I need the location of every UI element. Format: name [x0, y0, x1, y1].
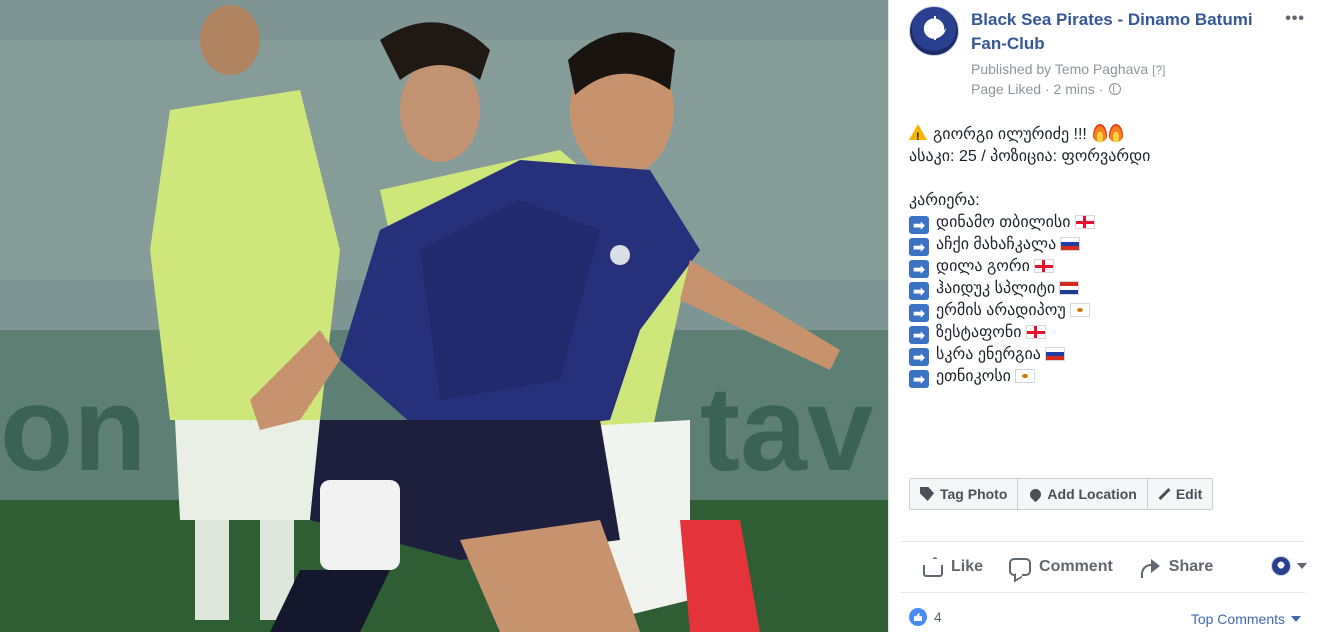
georgia-flag-icon [1033, 259, 1054, 273]
career-club-name: დინამო თბილისი [936, 214, 1071, 231]
divider [901, 592, 1305, 593]
share-label: Share [1168, 558, 1214, 575]
career-item: ➡ ზესტაფონი [909, 322, 1299, 344]
career-item: ➡ დილა გორი [909, 256, 1299, 278]
career-club-name: ჰაიდუკ სპლიტი [936, 280, 1056, 297]
comment-button[interactable]: Comment [1009, 558, 1113, 576]
career-item: ➡ სკრა ენერგია [909, 344, 1299, 366]
career-item: ➡ აჩქი მახაჩკალა [909, 234, 1299, 256]
croatia-flag-icon [1059, 281, 1080, 295]
career-item: ➡ ჰაიდუკ სპლიტი [909, 278, 1299, 300]
fire-icon [1093, 124, 1108, 142]
like-reaction-icon [909, 608, 927, 626]
pencil-icon [1158, 487, 1171, 501]
edit-button[interactable]: Edit [1147, 479, 1213, 509]
tag-photo-button[interactable]: Tag Photo [910, 479, 1019, 509]
published-by: Published by Temo Paghava [?] [971, 61, 1165, 77]
right-arrow-icon: ➡ [909, 238, 929, 256]
career-title: კარიერა: [909, 192, 980, 209]
like-label: Like [951, 558, 984, 575]
georgia-flag-icon [1074, 215, 1095, 229]
page-avatar[interactable] [909, 6, 959, 56]
player-stats: ასაკი: 25 / პოზიცია: ფორვარდი [909, 148, 1151, 165]
post-actions-bar: Like Comment Share [901, 548, 1305, 586]
meta-separator: · [1094, 81, 1108, 97]
share-arrow-icon [1139, 558, 1161, 578]
add-location-label: Add Location [1047, 486, 1137, 502]
career-item: ➡ დინამო თბილისი [909, 212, 1299, 234]
comment-bubble-icon [1009, 558, 1032, 576]
top-comments-label: Top Comments [1190, 611, 1285, 627]
meta-separator: · [1041, 81, 1054, 97]
svg-text:tav: tav [700, 362, 874, 496]
georgia-flag-icon [1025, 325, 1046, 339]
career-club-name: ეთნიკოსი [936, 368, 1011, 385]
photo-actions: Tag Photo Add Location Edit [909, 478, 1214, 510]
career-club-name: დილა გორი [936, 258, 1030, 275]
photo-illustration: on tav [0, 0, 888, 632]
divider [901, 541, 1305, 542]
avatar-boat [924, 18, 946, 38]
post-side-panel: Black Sea Pirates - Dinamo Batumi Fan-Cl… [888, 0, 1317, 632]
edit-label: Edit [1175, 486, 1203, 502]
chevron-down-icon [1291, 616, 1301, 622]
career-club-name: ერმის არადიპოუ [936, 302, 1066, 319]
right-arrow-icon: ➡ [909, 348, 929, 366]
right-arrow-icon: ➡ [909, 304, 929, 322]
svg-text:on: on [0, 362, 147, 496]
reactions-summary[interactable]: 4 [909, 608, 942, 626]
comment-label: Comment [1039, 558, 1113, 575]
fire-icon [1109, 124, 1124, 142]
right-arrow-icon: ➡ [909, 326, 929, 344]
chevron-down-icon [1297, 563, 1307, 569]
right-arrow-icon: ➡ [909, 216, 929, 234]
warning-icon [909, 124, 927, 148]
page-liked-status: Page Liked [971, 81, 1042, 97]
globe-icon[interactable] [1109, 83, 1122, 95]
post-headline: გიორგი ილურიძე !!! [909, 124, 1299, 148]
share-button[interactable]: Share [1139, 558, 1214, 578]
career-club-name: სკრა ენერგია [936, 346, 1041, 363]
publisher-help-link[interactable]: [?] [1152, 63, 1165, 77]
post-photo[interactable]: on tav [0, 0, 888, 632]
career-club-name: აჩქი მახაჩკალა [936, 236, 1057, 253]
post-text: გიორგი ილურიძე !!! ასაკი: 25 / პოზიცია: … [909, 124, 1299, 388]
photo-viewer: on tav Black Sea Pirates - Dinamo Batumi… [0, 0, 1317, 632]
career-item: ➡ ერმის არადიპოუ [909, 300, 1299, 322]
page-name-link[interactable]: Black Sea Pirates - Dinamo Batumi Fan-Cl… [971, 8, 1271, 56]
more-dots-icon[interactable]: ••• [1285, 10, 1305, 28]
like-button[interactable]: Like [923, 557, 983, 577]
location-pin-icon [1028, 486, 1044, 502]
cyprus-flag-icon [1014, 369, 1035, 383]
headline-text: გიორგი ილურიძე !!! [933, 126, 1087, 143]
thumbs-up-icon [923, 557, 943, 577]
post-timestamp[interactable]: 2 mins [1054, 81, 1095, 97]
career-list: ➡ დინამო თბილისი ➡ აჩქი მახაჩკალა ➡ დილა გორი… [909, 212, 1299, 388]
right-arrow-icon: ➡ [909, 370, 929, 388]
right-arrow-icon: ➡ [909, 260, 929, 278]
cyprus-flag-icon [1069, 303, 1090, 317]
tag-icon [920, 487, 934, 501]
top-comments-dropdown[interactable]: Top Comments [1191, 611, 1301, 627]
publisher-name[interactable]: Temo Paghava [1055, 61, 1148, 77]
tag-photo-label: Tag Photo [940, 486, 1008, 502]
russia-flag-icon [1060, 237, 1081, 251]
career-item: ➡ ეთნიკოსი [909, 366, 1299, 388]
russia-flag-icon [1044, 347, 1065, 361]
add-location-button[interactable]: Add Location [1018, 479, 1148, 509]
post-as-selector[interactable] [1271, 556, 1307, 576]
reaction-count: 4 [934, 609, 942, 625]
post-meta: Page Liked · 2 mins · [971, 81, 1122, 97]
published-by-label: Published by [971, 61, 1052, 77]
page-mini-avatar [1271, 556, 1291, 576]
career-club-name: ზესტაფონი [936, 324, 1022, 341]
right-arrow-icon: ➡ [909, 282, 929, 300]
